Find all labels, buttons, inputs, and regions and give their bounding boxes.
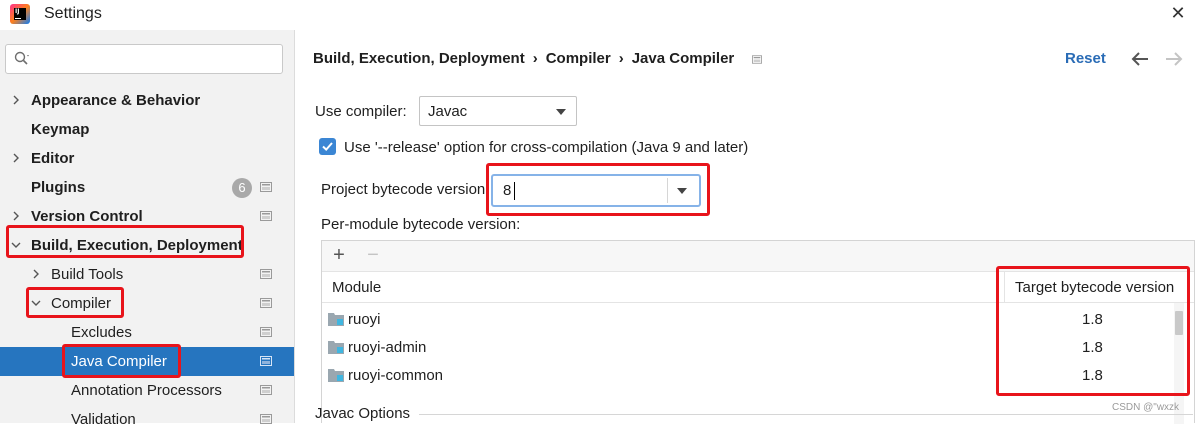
sidebar-item-version-control[interactable]: Version Control [0,202,294,231]
remove-module-button[interactable]: − [362,244,384,266]
module-bytecode-table: + − Module Target bytecode version ruoyi… [321,240,1195,424]
project-settings-icon [260,298,272,308]
breadcrumb-separator: › [618,50,624,67]
back-arrow-icon[interactable] [1130,50,1150,68]
settings-content: Build, Execution, Deployment › Compiler › Ja… [295,30,1196,424]
close-icon[interactable]: ✕ [1168,3,1188,23]
table-row[interactable]: ruoyi 1.8 [322,305,1174,333]
table-row[interactable]: ruoyi-common 1.8 [322,361,1174,389]
chevron-right-icon [13,95,19,105]
add-module-button[interactable]: + [328,244,350,266]
scrollbar-thumb[interactable] [1175,311,1183,335]
sidebar-item-keymap[interactable]: Keymap [0,115,294,144]
sidebar-item-plugins[interactable]: Plugins 6 [0,173,294,202]
sidebar-item-build-execution-deployment[interactable]: Build, Execution, Deployment [0,231,294,260]
table-row[interactable]: ruoyi-admin 1.8 [322,333,1174,361]
project-settings-icon [260,269,272,279]
text-caret [514,182,515,200]
javac-options-heading: Javac Options [315,405,411,422]
release-option-label: Use '--release' option for cross-compila… [344,139,749,156]
column-header-target[interactable]: Target bytecode version [1004,272,1195,302]
project-settings-icon [260,385,272,395]
project-settings-icon [752,54,763,64]
project-settings-icon [260,327,272,337]
chevron-down-icon [31,300,41,306]
breadcrumb-separator: › [532,50,538,67]
sidebar-item-excludes[interactable]: Excludes [0,318,294,347]
plugins-count-badge: 6 [232,178,252,198]
project-settings-icon [260,211,272,221]
section-divider [419,414,1193,415]
module-folder-icon [328,313,344,326]
project-bytecode-label: Project bytecode version [321,181,486,198]
table-header: Module Target bytecode version [322,272,1194,303]
sidebar-item-annotation-processors[interactable]: Annotation Processors [0,376,294,405]
sidebar-item-java-compiler[interactable]: Java Compiler [0,347,294,376]
sidebar-item-appearance[interactable]: Appearance & Behavior [0,86,294,115]
use-compiler-label: Use compiler: [315,103,407,120]
watermark: CSDN @"wxzk [1112,402,1180,413]
sidebar-item-editor[interactable]: Editor [0,144,294,173]
sidebar-item-compiler[interactable]: Compiler [0,289,294,318]
column-header-module[interactable]: Module [332,279,381,296]
sidebar-item-build-tools[interactable]: Build Tools [0,260,294,289]
chevron-right-icon [13,153,19,163]
intellij-app-icon: IJ [10,4,30,24]
reset-link[interactable]: Reset [1065,50,1106,67]
window-title: Settings [44,5,102,22]
module-folder-icon [328,369,344,382]
title-bar: IJ Settings ✕ [0,0,1196,30]
breadcrumb-item: Java Compiler [631,50,735,67]
chevron-right-icon [13,211,19,221]
search-icon [14,51,29,65]
search-input[interactable] [5,44,283,74]
breadcrumb-item[interactable]: Compiler [546,50,611,67]
dropdown-arrow-icon [677,188,687,194]
breadcrumb-item[interactable]: Build, Execution, Deployment [313,50,525,67]
settings-sidebar: Appearance & Behavior Keymap Editor Plug… [0,30,295,428]
sidebar-item-validation[interactable]: Validation [0,405,294,434]
use-compiler-dropdown[interactable]: Javac [419,96,577,126]
breadcrumb: Build, Execution, Deployment › Compiler › Ja… [313,50,763,67]
per-module-label: Per-module bytecode version: [321,216,521,233]
chevron-down-icon [11,242,21,248]
forward-arrow-icon[interactable] [1164,50,1184,68]
project-settings-icon [260,182,272,192]
project-bytecode-dropdown[interactable]: 8 [491,174,701,207]
checkmark-icon [322,142,333,152]
dropdown-arrow-icon [556,109,566,115]
chevron-right-icon [33,269,39,279]
project-settings-icon [260,356,272,366]
module-folder-icon [328,341,344,354]
release-option-checkbox[interactable] [319,138,336,155]
table-toolbar: + − [322,241,1194,272]
